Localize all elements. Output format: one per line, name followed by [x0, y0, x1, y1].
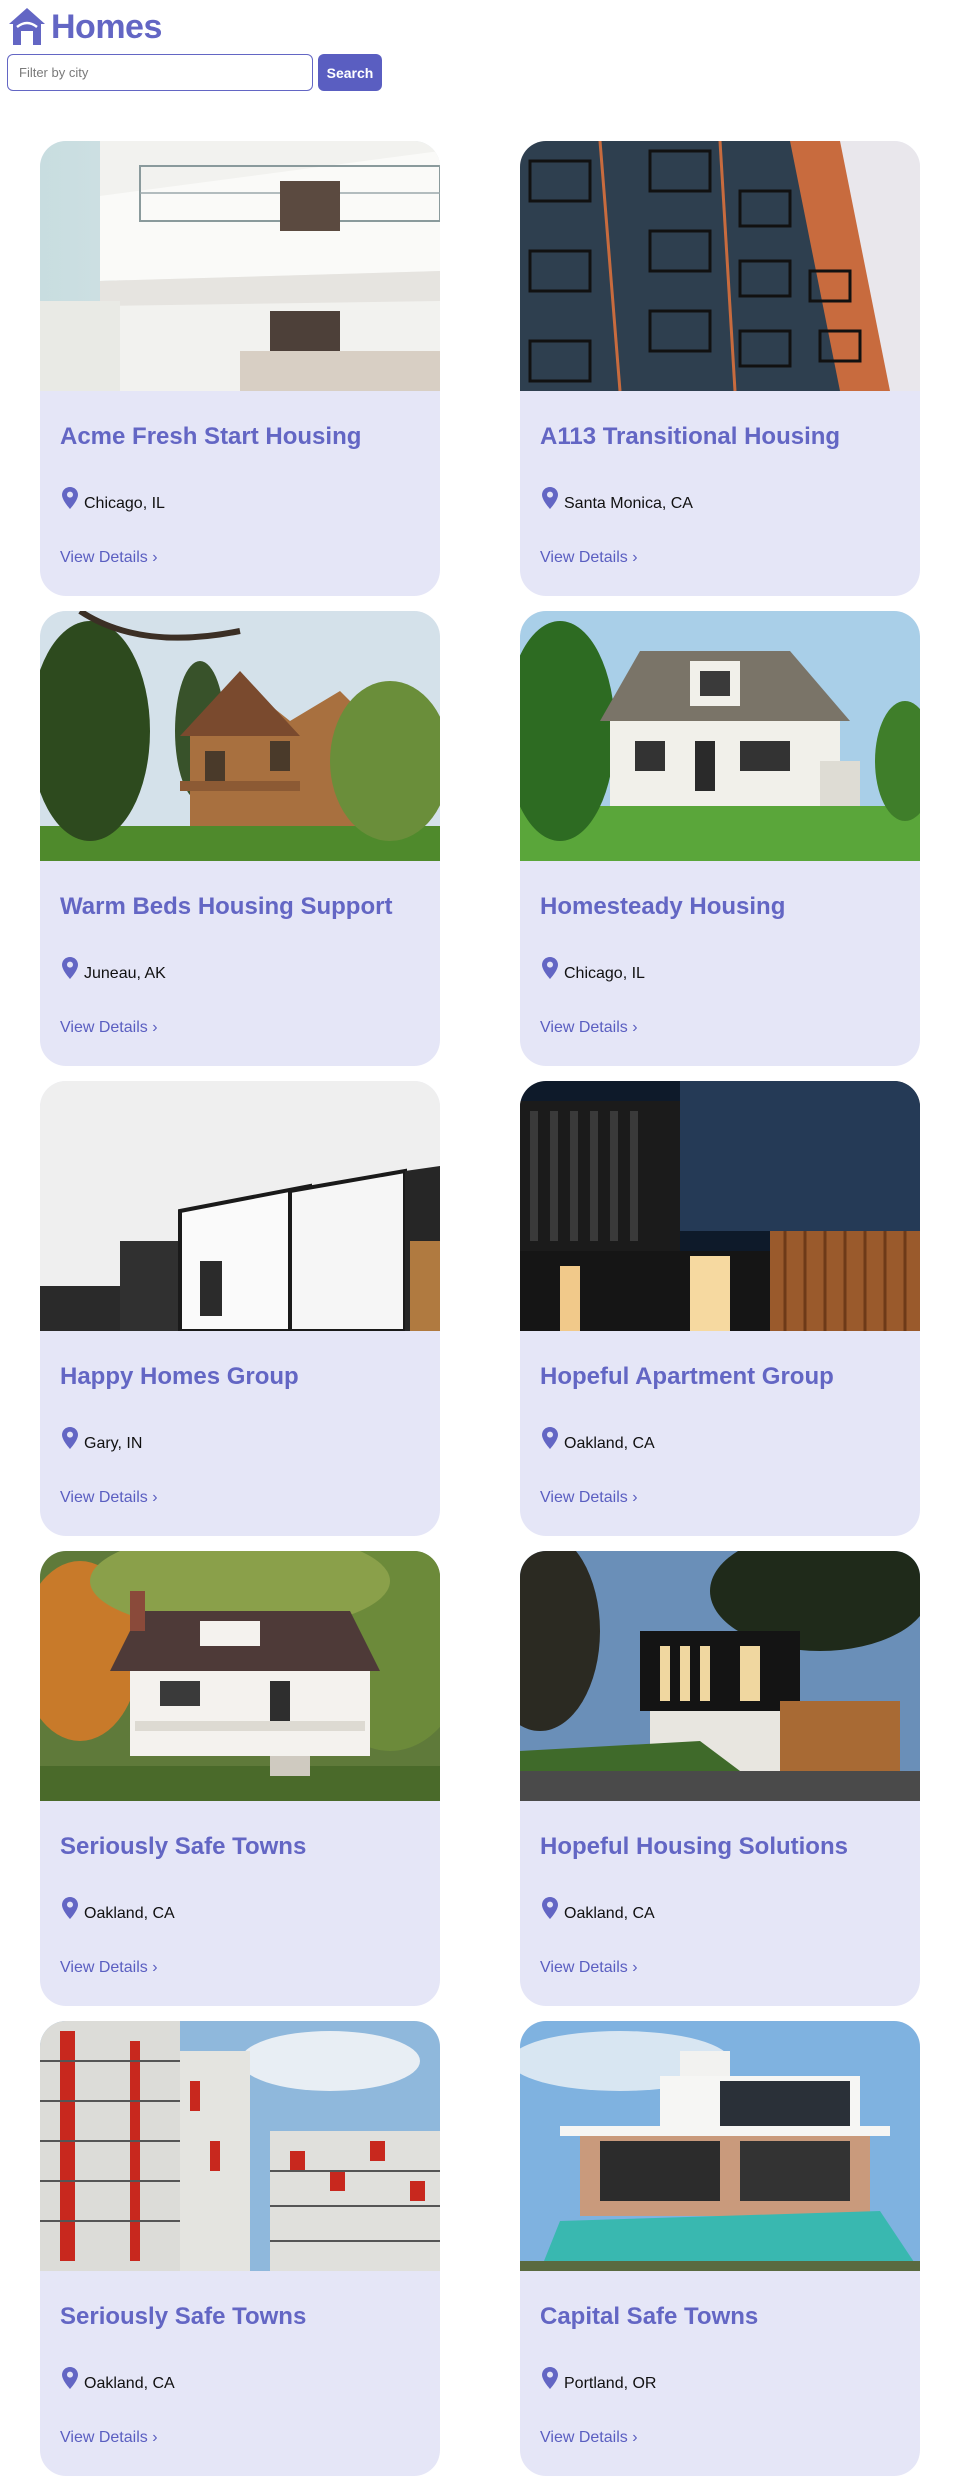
listing-city: Juneau, AK: [84, 965, 166, 982]
listing-card: Happy Homes Group Gary, IN View Details …: [40, 1081, 440, 1536]
listing-photo: [40, 2021, 440, 2271]
listing-title: Capital Safe Towns: [540, 2303, 759, 2330]
listing-photo: [40, 611, 440, 861]
location-pin-icon: [62, 487, 78, 509]
listing-city: Oakland, CA: [84, 1905, 175, 1922]
view-details-link[interactable]: View Details ›: [540, 1959, 638, 1977]
location-pin-icon: [542, 487, 558, 509]
listing-photo: [40, 1081, 440, 1331]
listing-location: Oakland, CA: [62, 1897, 175, 1922]
listing-city: Portland, OR: [564, 2375, 657, 2392]
listing-title: Seriously Safe Towns: [60, 1833, 307, 1860]
listing-photo: [520, 611, 920, 861]
listing-photo: [520, 2021, 920, 2271]
listing-card: Hopeful Apartment Group Oakland, CA View…: [520, 1081, 920, 1536]
view-details-link[interactable]: View Details ›: [540, 1489, 638, 1507]
listing-city: Chicago, IL: [84, 495, 165, 512]
location-pin-icon: [62, 1427, 78, 1449]
listing-location: Oakland, CA: [62, 2367, 175, 2392]
search-bar: Search: [7, 54, 382, 91]
view-details-link[interactable]: View Details ›: [60, 1959, 158, 1977]
listing-card: Seriously Safe Towns Oakland, CA View De…: [40, 1551, 440, 2006]
view-details-link[interactable]: View Details ›: [60, 2429, 158, 2447]
listing-card: Hopeful Housing Solutions Oakland, CA Vi…: [520, 1551, 920, 2006]
listing-city: Santa Monica, CA: [564, 495, 693, 512]
listing-city: Oakland, CA: [84, 2375, 175, 2392]
listing-photo: [40, 141, 440, 391]
listing-location: Juneau, AK: [62, 957, 166, 982]
location-pin-icon: [542, 1427, 558, 1449]
listing-title: Homesteady Housing: [540, 893, 786, 920]
listing-location: Oakland, CA: [542, 1897, 655, 1922]
listings-grid: Acme Fresh Start Housing Chicago, IL Vie…: [40, 141, 920, 2476]
location-pin-icon: [62, 1897, 78, 1919]
listing-location: Portland, OR: [542, 2367, 657, 2392]
location-pin-icon: [62, 957, 78, 979]
listing-card: Seriously Safe Towns Oakland, CA View De…: [40, 2021, 440, 2476]
view-details-link[interactable]: View Details ›: [540, 1019, 638, 1037]
search-button[interactable]: Search: [318, 54, 382, 91]
view-details-link[interactable]: View Details ›: [540, 549, 638, 567]
listing-location: Gary, IN: [62, 1427, 143, 1452]
listing-photo: [520, 1081, 920, 1331]
location-pin-icon: [542, 957, 558, 979]
listing-location: Oakland, CA: [542, 1427, 655, 1452]
location-pin-icon: [62, 2367, 78, 2389]
listing-title: Seriously Safe Towns: [60, 2303, 307, 2330]
listing-city: Gary, IN: [84, 1435, 143, 1452]
view-details-link[interactable]: View Details ›: [60, 1489, 158, 1507]
listing-card: Capital Safe Towns Portland, OR View Det…: [520, 2021, 920, 2476]
listing-location: Chicago, IL: [542, 957, 645, 982]
listing-city: Oakland, CA: [564, 1905, 655, 1922]
listing-photo: [520, 1551, 920, 1801]
listing-title: Hopeful Housing Solutions: [540, 1833, 848, 1860]
listing-card: Acme Fresh Start Housing Chicago, IL Vie…: [40, 141, 440, 596]
listing-city: Oakland, CA: [564, 1435, 655, 1452]
listing-city: Chicago, IL: [564, 965, 645, 982]
location-pin-icon: [542, 2367, 558, 2389]
listing-card: A113 Transitional Housing Santa Monica, …: [520, 141, 920, 596]
listing-photo: [520, 141, 920, 391]
house-icon: [9, 8, 45, 45]
view-details-link[interactable]: View Details ›: [540, 2429, 638, 2447]
view-details-link[interactable]: View Details ›: [60, 1019, 158, 1037]
listing-title: Warm Beds Housing Support: [60, 893, 393, 920]
listing-title: A113 Transitional Housing: [540, 423, 841, 450]
listing-photo: [40, 1551, 440, 1801]
listing-title: Acme Fresh Start Housing: [60, 423, 362, 450]
view-details-link[interactable]: View Details ›: [60, 549, 158, 567]
listing-card: Warm Beds Housing Support Juneau, AK Vie…: [40, 611, 440, 1066]
listing-card: Homesteady Housing Chicago, IL View Deta…: [520, 611, 920, 1066]
city-filter-input[interactable]: [7, 54, 313, 91]
location-pin-icon: [542, 1897, 558, 1919]
brand[interactable]: Homes: [7, 5, 162, 49]
listing-location: Santa Monica, CA: [542, 487, 693, 512]
listing-title: Happy Homes Group: [60, 1363, 299, 1390]
page-title: Homes: [51, 7, 162, 46]
listing-location: Chicago, IL: [62, 487, 165, 512]
listing-title: Hopeful Apartment Group: [540, 1363, 834, 1390]
